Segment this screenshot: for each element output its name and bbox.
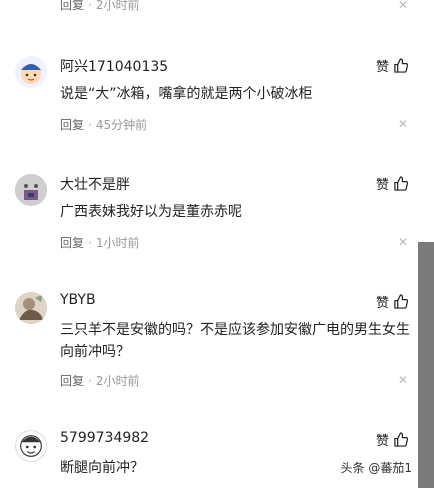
- like-label: 赞: [375, 60, 389, 75]
- avatar[interactable]: [15, 430, 47, 462]
- comment-author[interactable]: 大壮不是胖: [60, 174, 130, 194]
- reply-button[interactable]: 回复: [60, 0, 84, 12]
- comment-meta: 回复 · 2小时前: [60, 374, 140, 388]
- close-icon[interactable]: ✕: [398, 0, 408, 12]
- avatar[interactable]: [15, 292, 47, 324]
- watermark-text: 头条 @蕃茄1: [340, 461, 412, 475]
- comment-author[interactable]: YBYB: [60, 292, 96, 308]
- comment-text: 广西表妹我好以为是董赤赤呢: [60, 204, 242, 220]
- like-label: 赞: [375, 296, 389, 311]
- comment-meta: 回复 · 1小时前: [60, 236, 140, 250]
- reply-button[interactable]: 回复: [60, 374, 84, 388]
- like-label: 赞: [375, 178, 389, 193]
- like-button[interactable]: 赞: [376, 292, 408, 311]
- timestamp: 2小时前: [95, 374, 140, 388]
- timestamp: 1小时前: [95, 236, 140, 250]
- scrollbar[interactable]: [418, 242, 434, 488]
- close-icon[interactable]: ✕: [398, 117, 408, 131]
- like-label: 赞: [375, 434, 389, 449]
- comment-author[interactable]: 5799734982: [60, 430, 149, 446]
- avatar[interactable]: [15, 174, 47, 206]
- like-button[interactable]: 赞: [376, 174, 408, 193]
- comment-meta-top: 回复 · 2小时前: [60, 0, 140, 12]
- watermark: 头条 @蕃茄1: [341, 459, 412, 476]
- comment-text: 三只羊不是安徽的吗？不是应该参加安徽广电的男生女生向前冲吗？: [60, 322, 410, 360]
- thumbs-up-icon: [393, 432, 408, 447]
- reply-button[interactable]: 回复: [60, 118, 84, 132]
- comment-author[interactable]: 阿兴171040135: [60, 56, 168, 76]
- like-button[interactable]: 赞: [376, 430, 408, 449]
- close-icon[interactable]: ✕: [398, 373, 408, 387]
- comment-text: 说是“大”冰箱，嘴拿的就是两个小破冰柜: [60, 86, 313, 102]
- avatar[interactable]: [15, 56, 47, 88]
- thumbs-up-icon: [393, 176, 408, 191]
- thumbs-up-icon: [393, 294, 408, 309]
- close-icon[interactable]: ✕: [398, 235, 408, 249]
- timestamp: 45分钟前: [95, 118, 148, 132]
- reply-button[interactable]: 回复: [60, 236, 84, 250]
- like-button[interactable]: 赞: [376, 56, 408, 75]
- thumbs-up-icon: [393, 58, 408, 73]
- timestamp: 2小时前: [95, 0, 140, 12]
- comment-meta: 回复 · 45分钟前: [60, 118, 148, 132]
